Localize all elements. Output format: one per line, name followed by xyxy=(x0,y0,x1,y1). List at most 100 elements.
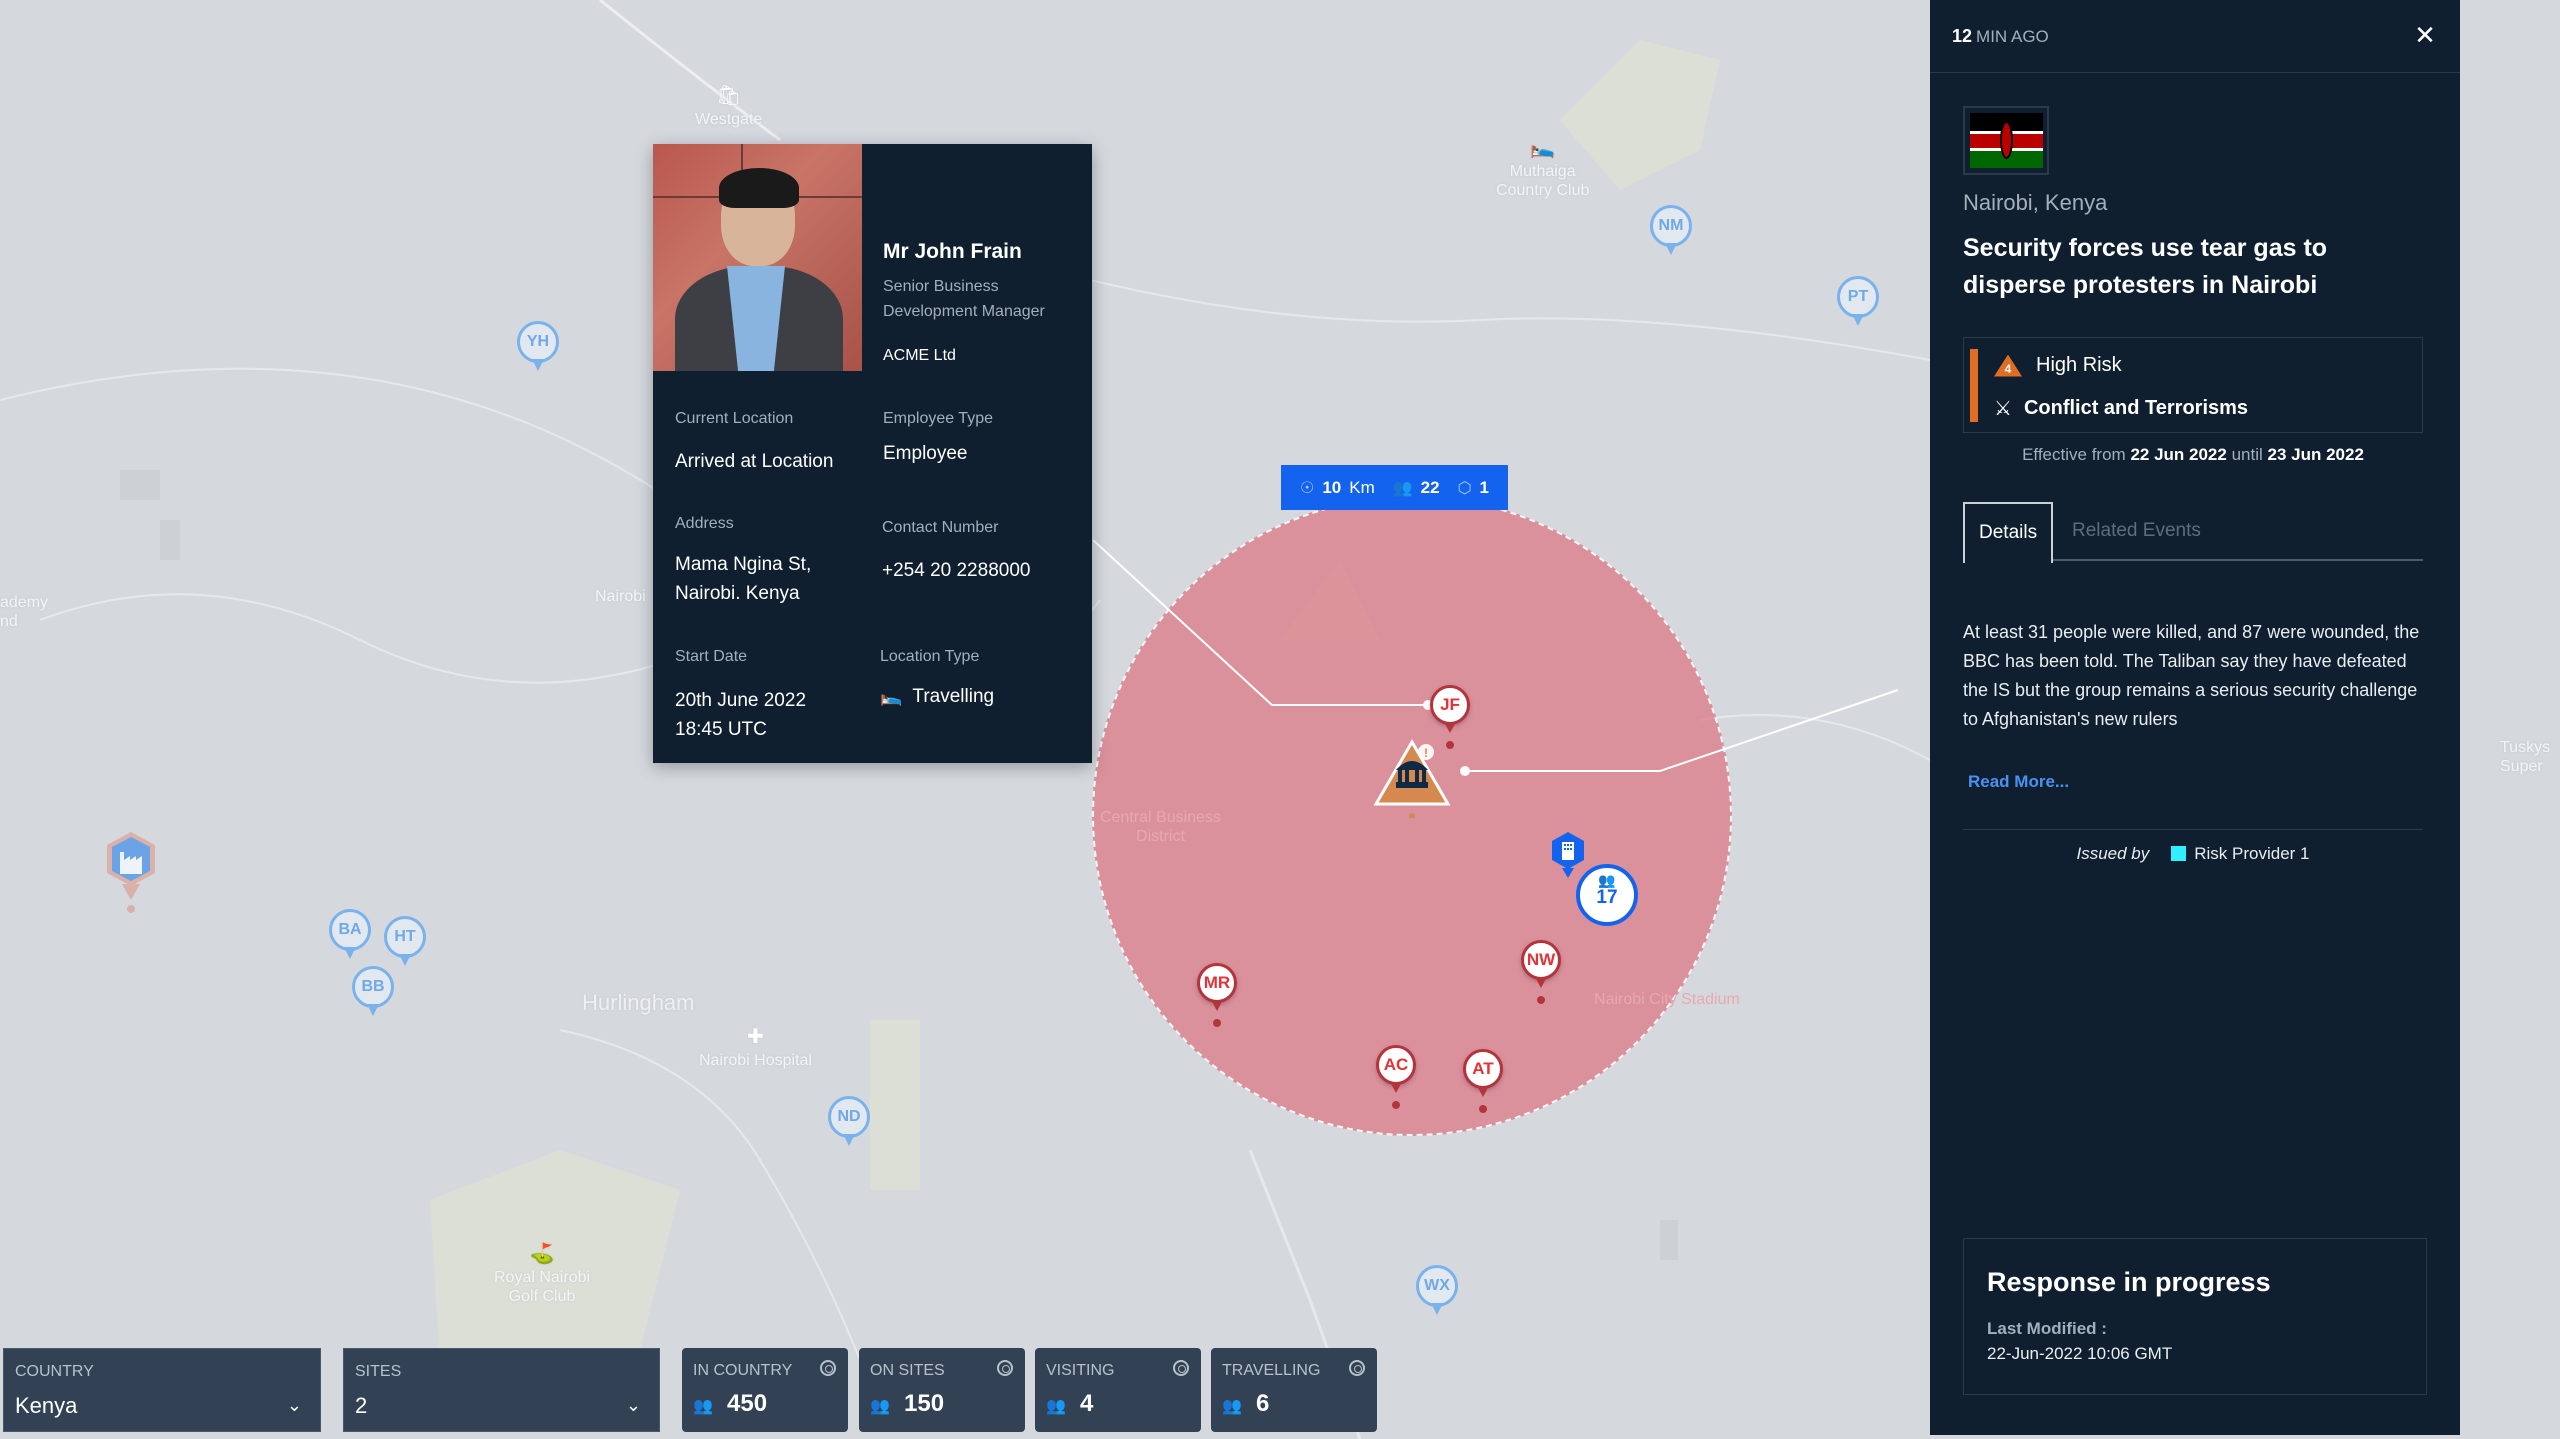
person-pin-nw[interactable]: NW xyxy=(1521,940,1563,1006)
person-pin-ac[interactable]: AC xyxy=(1376,1045,1418,1111)
radius-people: 👥 22 xyxy=(1392,477,1440,497)
stat-visiting[interactable]: VISITING 👥 4 xyxy=(1035,1348,1201,1432)
golf-icon: ⛳ xyxy=(529,1243,555,1265)
person-pin-pt[interactable]: PT xyxy=(1837,276,1881,328)
current-location-value: Arrived at Location xyxy=(675,451,834,472)
last-modified-value: 22-Jun-2022 10:06 GMT xyxy=(1987,1344,2173,1363)
provider-color-swatch xyxy=(2171,846,2187,861)
people-group-icon: 👥 xyxy=(1222,1398,1242,1415)
response-status-box: Response in progress Last Modified : 22-… xyxy=(1963,1238,2427,1395)
radius-distance: ☉ 10 Km xyxy=(1299,477,1375,497)
country-select[interactable]: COUNTRY Kenya ⌄ xyxy=(3,1348,321,1432)
map-label-muthaiga: 🛌 Muthaiga Country Club xyxy=(1496,137,1590,200)
event-title: Security forces use tear gas to disperse… xyxy=(1963,234,2328,299)
close-icon[interactable]: ✕ xyxy=(2410,20,2440,50)
employee-card[interactable]: Mr John Frain Senior Business Developmen… xyxy=(653,144,1092,763)
eye-toggle-icon[interactable] xyxy=(1349,1360,1365,1376)
location-type-value: 🛌 Travelling xyxy=(880,682,994,711)
stat-in-country[interactable]: IN COUNTRY 👥 450 xyxy=(682,1348,848,1432)
bed-icon: 🛌 xyxy=(880,686,903,706)
map-label-tuskys: Tuskys Super xyxy=(2500,739,2551,776)
response-status-title: Response in progress xyxy=(1987,1267,2271,1297)
stat-on-sites[interactable]: ON SITES 👥 150 xyxy=(859,1348,1025,1432)
factory-site-marker[interactable] xyxy=(104,830,158,914)
person-pin-at[interactable]: AT xyxy=(1463,1049,1505,1115)
chevron-down-icon: ⌄ xyxy=(286,1395,302,1415)
people-cluster-marker[interactable]: 👥 17 xyxy=(1576,864,1638,926)
park-area xyxy=(870,1020,920,1190)
person-pin-ba[interactable]: BA xyxy=(329,909,373,961)
panel-header: 12 MIN AGO ✕ xyxy=(1930,0,2460,73)
road xyxy=(1089,279,1931,361)
road xyxy=(39,593,701,684)
event-details-text: At least 31 people were killed, and 87 w… xyxy=(1963,622,2420,729)
employee-name: Mr John Frain xyxy=(883,240,1022,263)
map-label-nairobi: Nairobi xyxy=(595,588,646,605)
shopping-bag-icon: 🛍 xyxy=(715,85,742,107)
building xyxy=(160,520,180,560)
people-group-icon: 👥 xyxy=(1392,479,1413,497)
person-pin-wx[interactable]: WX xyxy=(1416,1265,1460,1317)
map-label-academy: ademy nd xyxy=(0,594,49,631)
tab-related-events[interactable]: Related Events xyxy=(2058,502,2215,561)
bed-icon: 🛌 xyxy=(1530,137,1556,159)
map-label-stadium: Nairobi City Stadium xyxy=(1594,991,1740,1008)
employee-company: ACME Ltd xyxy=(883,347,956,364)
building xyxy=(1660,1220,1678,1260)
building xyxy=(120,470,160,500)
eye-toggle-icon[interactable] xyxy=(820,1360,836,1376)
warning-triangle-icon: 4 xyxy=(1994,354,2022,377)
people-group-icon: 👥 xyxy=(693,1398,713,1415)
sites-select[interactable]: SITES 2 ⌄ xyxy=(343,1348,660,1432)
radius-icon: ☉ xyxy=(1299,479,1315,497)
event-location: Nairobi, Kenya xyxy=(1963,190,2108,215)
map-label-hospital: ✚ Nairobi Hospital xyxy=(699,1026,812,1069)
hospital-cross-icon: ✚ xyxy=(747,1026,764,1048)
address-label: Address xyxy=(675,515,734,532)
contact-number-label: Contact Number xyxy=(882,519,999,536)
person-pin-bb[interactable]: BB xyxy=(352,966,396,1018)
risk-event-panel: 12 MIN AGO ✕ Nairobi, Kenya Security forc… xyxy=(1930,0,2460,1435)
effective-dates: Effective from 22 Jun 2022 until 23 Jun … xyxy=(2022,445,2364,464)
map-label-golf: ⛳ Royal Nairobi Golf Club xyxy=(494,1243,591,1306)
start-date-label: Start Date xyxy=(675,648,748,665)
people-group-icon: 👥 xyxy=(870,1398,890,1415)
start-date-value: 20th June 2022 18:45 UTC xyxy=(675,690,807,740)
map-label-westgate: 🛍 Westgate xyxy=(695,85,763,128)
risk-level-bar xyxy=(1970,349,1978,422)
person-pin-jf[interactable]: JF xyxy=(1430,685,1472,751)
risk-summary: 4 High Risk ⚔ Conflict and Terrorisms xyxy=(1963,337,2423,433)
svg-text:!: ! xyxy=(1424,746,1428,760)
current-location-label: Current Location xyxy=(675,410,794,427)
person-pin-nm[interactable]: NM xyxy=(1650,205,1694,257)
employee-type-value: Employee xyxy=(883,443,968,464)
person-pin-mr[interactable]: MR xyxy=(1197,963,1239,1029)
person-pin-nd[interactable]: ND xyxy=(828,1096,872,1148)
radius-summary-badge[interactable]: ☉ 10 Km 👥 22 ⬡ 1 xyxy=(1281,465,1508,510)
map-label-cbd: Central Business District xyxy=(1100,809,1221,846)
last-modified-label: Last Modified : xyxy=(1987,1319,2107,1338)
risk-level: 4 High Risk xyxy=(1994,354,2122,377)
stat-travelling[interactable]: TRAVELLING 👥 6 xyxy=(1211,1348,1377,1432)
address-value: Mama Ngina St, Nairobi. Kenya xyxy=(675,554,812,604)
location-type-label: Location Type xyxy=(880,648,980,665)
eye-toggle-icon[interactable] xyxy=(997,1360,1013,1376)
factory-hexagon-icon: ⬡ xyxy=(1457,479,1472,497)
person-pin-ht[interactable]: HT xyxy=(384,916,428,968)
eye-toggle-icon[interactable] xyxy=(1173,1360,1189,1376)
radius-sites: ⬡ 1 xyxy=(1457,477,1489,497)
conflict-soldier-icon: ⚔ xyxy=(1994,398,2012,420)
chevron-down-icon: ⌄ xyxy=(625,1395,641,1415)
kenya-flag-icon xyxy=(1969,113,2043,168)
people-group-icon: 👥 xyxy=(1046,1398,1066,1415)
tab-details[interactable]: Details xyxy=(1963,502,2054,563)
risk-category: ⚔ Conflict and Terrorisms xyxy=(1994,397,2249,420)
read-more-link[interactable]: Read More... xyxy=(1968,772,2069,792)
employee-type-label: Employee Type xyxy=(883,410,993,427)
person-pin-yh[interactable]: YH xyxy=(517,321,561,373)
issued-by: Issued by Risk Provider 1 xyxy=(1963,829,2423,864)
road xyxy=(1699,714,1931,761)
contact-number-value[interactable]: +254 20 2288000 xyxy=(882,556,1030,585)
panel-tabs: Details Related Events xyxy=(1963,502,2423,563)
event-time-ago: 12 MIN AGO xyxy=(1952,26,2049,46)
